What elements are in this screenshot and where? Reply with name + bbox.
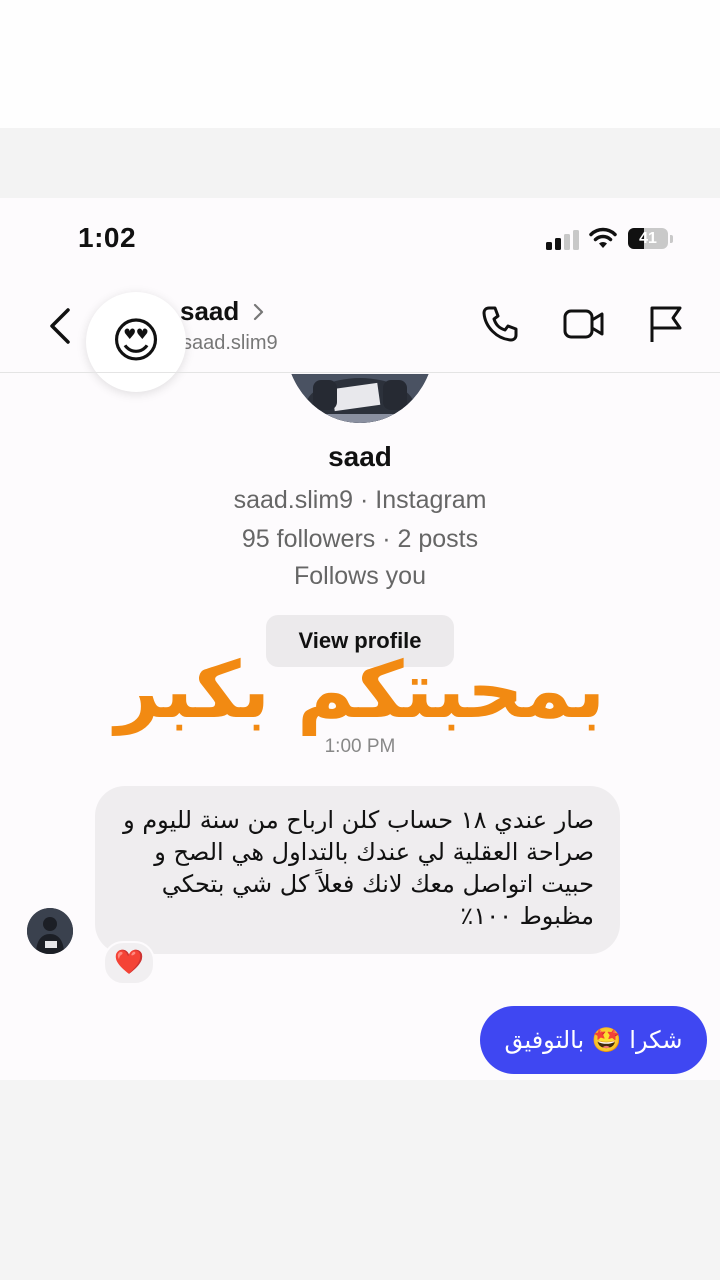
- profile-stats: 95 followers · 2 posts: [241, 525, 479, 553]
- header-name[interactable]: saad: [180, 296, 239, 327]
- cellular-signal-icon: [546, 228, 580, 250]
- profile-name: saad: [328, 441, 392, 472]
- phone-icon[interactable]: [480, 304, 520, 344]
- message-line: حبيت اتواصل معك لانك فعلاً كل شي بتحكي: [161, 870, 594, 898]
- instagram-dm-screen: 1:02 41 saad saad.slim9 · Instagram 95 f…: [0, 198, 720, 1080]
- video-icon[interactable]: [562, 304, 606, 344]
- profile-subtitle: saad.slim9 · Instagram: [233, 486, 487, 514]
- heart-reaction-icon[interactable]: ❤️: [103, 941, 155, 985]
- chevron-right-icon[interactable]: [252, 302, 266, 322]
- battery-icon: 41: [628, 228, 668, 249]
- overlay-caption: بمحبتكم بكبر: [114, 646, 606, 736]
- outgoing-message-bubble[interactable]: شكرا 🤩 بالتوفيق: [480, 1006, 707, 1074]
- message-line: مظبوط ١٠٠٪: [460, 902, 594, 930]
- profile-photo[interactable]: [285, 374, 435, 423]
- profile-photo-image: [285, 374, 435, 423]
- battery-level: 41: [639, 230, 657, 247]
- back-icon[interactable]: [44, 302, 78, 350]
- follows-you-label: Follows you: [294, 562, 426, 590]
- wifi-icon: [589, 227, 617, 248]
- header-username[interactable]: saad.slim9: [182, 332, 278, 355]
- bottom-blank-area: [0, 1080, 720, 1280]
- flag-icon[interactable]: [647, 304, 685, 344]
- message-line: صار عندي ١٨ حساب كلن ارباح من سنة لليوم …: [123, 806, 594, 834]
- top-blank-area: [0, 0, 720, 128]
- sender-avatar-image: [27, 908, 73, 954]
- heart-eyes-emoji-reaction: 😍: [86, 292, 186, 392]
- message-line: صراحة العقلية لي عندك بالتداول هي الصح و: [154, 838, 594, 866]
- top-gray-band: [0, 128, 720, 198]
- sender-avatar[interactable]: [27, 908, 73, 954]
- header-divider: [0, 372, 720, 373]
- message-timestamp: 1:00 PM: [324, 736, 396, 757]
- status-time: 1:02: [78, 222, 137, 253]
- battery-cap: [670, 235, 673, 243]
- incoming-message-bubble[interactable]: صار عندي ١٨ حساب كلن ارباح من سنة لليوم …: [95, 786, 620, 954]
